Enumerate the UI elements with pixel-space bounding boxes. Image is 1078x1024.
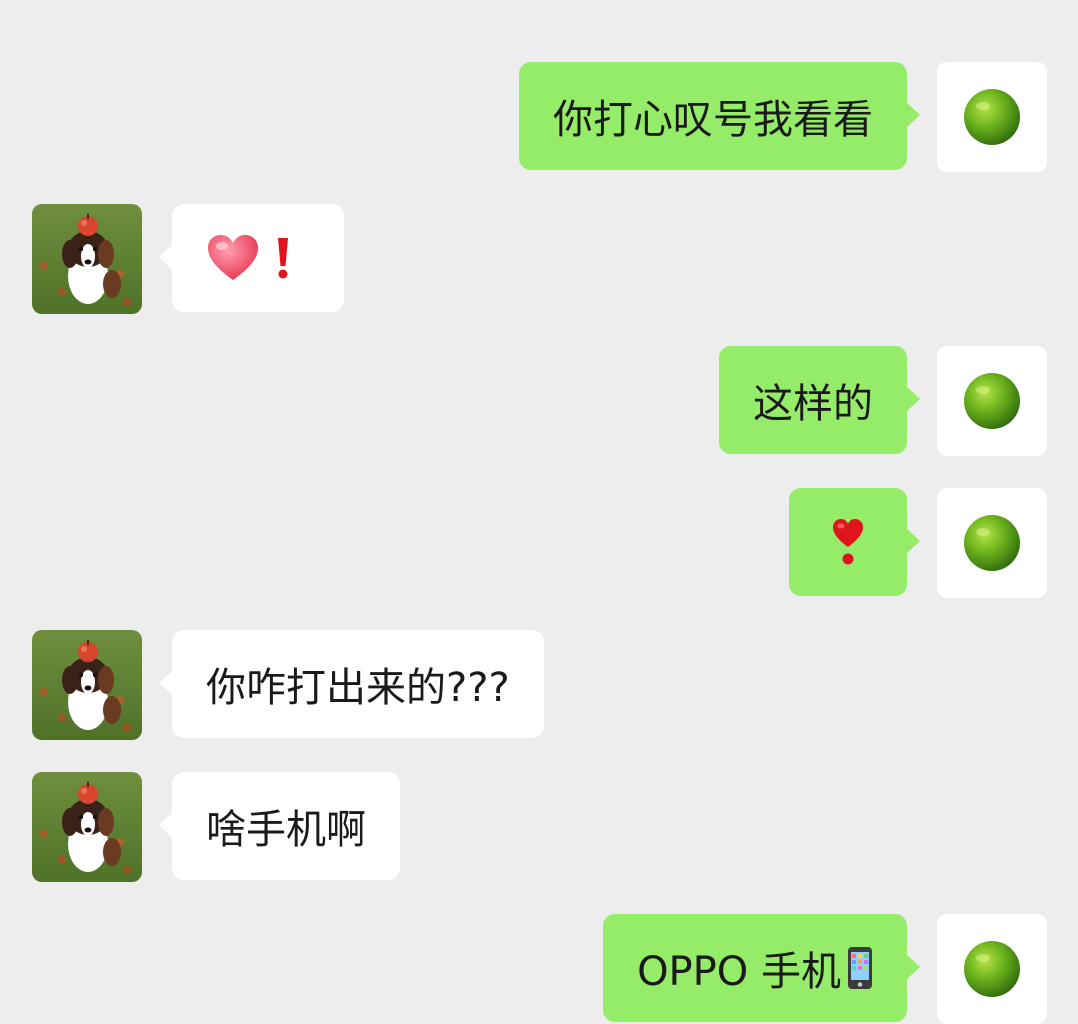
mobile-phone-emoji: [848, 947, 872, 989]
message-bubble[interactable]: [159, 204, 344, 312]
heavy-heart-exclamation-emoji: [833, 519, 863, 565]
message-bubble[interactable]: 你咋打出来的???: [159, 630, 544, 738]
message-text: 啥手机啊: [206, 807, 366, 853]
chat-area[interactable]: 你打心叹号我看看 这样的 你咋打出来的??? 啥手机啊 OPPO 手机: [0, 0, 1078, 1024]
lime-avatar-image: [937, 914, 1047, 1024]
message-text: 你打心叹号我看看: [553, 97, 873, 143]
message-bubble[interactable]: [789, 488, 920, 596]
lime-avatar-image: [937, 488, 1047, 598]
self-avatar[interactable]: [937, 488, 1047, 598]
lime-avatar-image: [937, 346, 1047, 456]
contact-avatar[interactable]: [32, 204, 142, 314]
message-bubble[interactable]: OPPO 手机: [603, 914, 920, 1022]
lime-avatar-image: [937, 62, 1047, 172]
self-avatar[interactable]: [937, 346, 1047, 456]
message-bubble[interactable]: 这样的: [719, 346, 920, 454]
self-avatar[interactable]: [937, 62, 1047, 172]
dog-avatar-image: [32, 630, 142, 740]
dog-avatar-image: [32, 772, 142, 882]
contact-avatar[interactable]: [32, 630, 142, 740]
red-exclamation-emoji: [278, 238, 288, 279]
message-text: 这样的: [753, 381, 873, 427]
heart-emoji: [208, 235, 258, 280]
message-bubble[interactable]: 啥手机啊: [159, 772, 400, 880]
message-text: 你咋打出来的???: [206, 665, 510, 711]
dog-avatar-image: [32, 204, 142, 314]
contact-avatar[interactable]: [32, 772, 142, 882]
self-avatar[interactable]: [937, 914, 1047, 1024]
message-bubble[interactable]: 你打心叹号我看看: [519, 62, 920, 170]
message-text: OPPO 手机: [637, 949, 841, 995]
